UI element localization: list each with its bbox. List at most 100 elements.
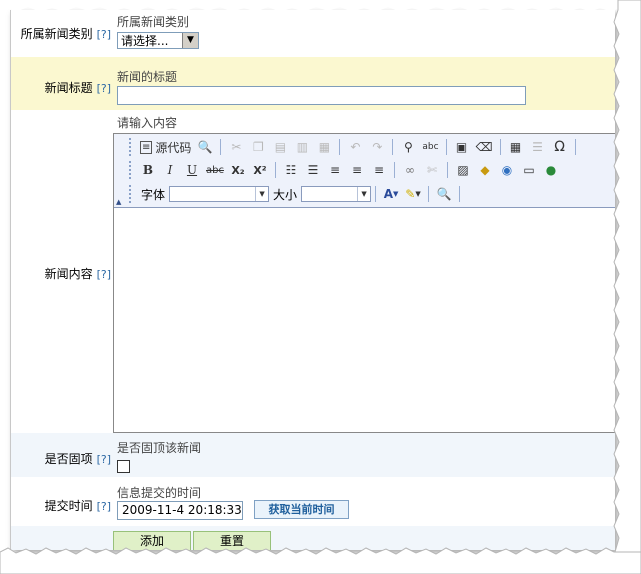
submit-time-label-text: 提交时间 bbox=[44, 499, 93, 513]
paste-word-icon[interactable]: ▦ bbox=[314, 137, 334, 157]
paste-text-icon[interactable]: ▥ bbox=[292, 137, 312, 157]
superscript-button[interactable]: X² bbox=[250, 160, 270, 180]
content-label: 新闻内容 [?] bbox=[11, 265, 113, 282]
toolbar-separator bbox=[339, 139, 341, 155]
toolbar-grip[interactable] bbox=[129, 161, 134, 179]
special-char-text: Ω bbox=[554, 139, 565, 155]
italic-button[interactable]: I bbox=[160, 160, 180, 180]
pin-top-help-link[interactable]: [?] bbox=[97, 453, 111, 466]
content-label-text: 新闻内容 bbox=[44, 267, 93, 281]
content-help-link[interactable]: [?] bbox=[97, 268, 111, 281]
toolbar-separator bbox=[220, 139, 222, 155]
table-icon[interactable]: ▦ bbox=[506, 137, 526, 157]
unordered-list-icon[interactable]: ☰ bbox=[303, 160, 323, 180]
pin-top-hint: 是否固顶该新闻 bbox=[117, 441, 202, 455]
align-center-icon[interactable]: ≡ bbox=[347, 160, 367, 180]
special-char-icon[interactable]: Ω bbox=[550, 137, 570, 157]
horizontal-rule-icon[interactable]: ☰ bbox=[528, 137, 548, 157]
media-icon[interactable]: ◉ bbox=[497, 160, 517, 180]
title-help-link[interactable]: [?] bbox=[97, 82, 111, 95]
ordered-list-icon[interactable]: ☷ bbox=[281, 160, 301, 180]
toolbar-separator bbox=[499, 139, 501, 155]
link-icon[interactable]: ∞ bbox=[400, 160, 420, 180]
image-icon[interactable]: ▨ bbox=[453, 160, 473, 180]
bold-button[interactable]: B bbox=[138, 160, 158, 180]
news-form: 所属新闻类别 [?] 所属新闻类别 请选择... ▼ 新闻标题 [?] 新闻的标题 … bbox=[10, 10, 615, 550]
toolbar-separator bbox=[428, 186, 430, 202]
replace-icon[interactable]: abc bbox=[420, 137, 440, 157]
category-label: 所属新闻类别 [?] bbox=[11, 25, 113, 42]
toolbar-separator bbox=[274, 162, 276, 178]
toolbar-separator bbox=[392, 139, 394, 155]
find-preview-icon[interactable]: 🔍 bbox=[434, 184, 454, 204]
redo-icon[interactable]: ↷ bbox=[367, 137, 387, 157]
rich-text-editor: ≡ 源代码 🔍 ✂ ❐ ▤ ▥ ▦ ↶ ↷ ⚲ abc ▣ ⌫ ▦ ☰ Ω B … bbox=[113, 133, 615, 433]
font-label: 字体 bbox=[141, 187, 166, 202]
chevron-down-icon[interactable]: ▼ bbox=[357, 187, 370, 201]
flash-icon[interactable]: ◆ bbox=[475, 160, 495, 180]
content-row: 新闻内容 [?] 请输入内容 ≡ 源代码 🔍 ✂ ❐ ▤ ▥ ▦ ↶ ↷ ⚲ a… bbox=[11, 110, 615, 434]
torn-edge-right bbox=[613, 0, 641, 553]
pin-top-checkbox[interactable] bbox=[117, 460, 130, 473]
subscript-button[interactable]: X₂ bbox=[228, 160, 248, 180]
toolbar-separator bbox=[574, 139, 576, 155]
toolbar-separator bbox=[375, 186, 377, 202]
category-help-link[interactable]: [?] bbox=[97, 28, 111, 41]
toolbar-separator bbox=[446, 162, 448, 178]
category-select[interactable]: 请选择... ▼ bbox=[117, 32, 199, 49]
unlink-icon[interactable]: ✄ bbox=[422, 160, 442, 180]
font-combo[interactable]: ▼ bbox=[169, 186, 270, 202]
iframe-icon[interactable]: ▭ bbox=[519, 160, 539, 180]
select-all-icon[interactable]: ▣ bbox=[452, 137, 472, 157]
editor-content-area[interactable] bbox=[114, 208, 615, 432]
title-hint: 新闻的标题 bbox=[117, 70, 178, 84]
source-button[interactable]: ≡ 源代码 bbox=[138, 137, 193, 157]
align-left-icon[interactable]: ≡ bbox=[325, 160, 345, 180]
chevron-down-icon[interactable]: ▼ bbox=[255, 187, 268, 201]
replace-icon-text: abc bbox=[422, 142, 439, 152]
toolbar-row-2: B I U abc X₂ X² ☷ ☰ ≡ ≡ ≡ ∞ ✄ ▨ ◆ ◉ ▭ ● bbox=[126, 159, 562, 181]
toolbar-separator bbox=[393, 162, 395, 178]
font-color-text: A bbox=[383, 187, 393, 201]
chevron-down-icon: ▼ bbox=[392, 190, 399, 198]
category-select-value: 请选择... bbox=[121, 34, 169, 48]
strikethrough-button[interactable]: abc bbox=[204, 160, 226, 180]
pin-top-row: 是否固项 [?] 是否固顶该新闻 bbox=[11, 433, 615, 478]
toolbar-collapse-icon[interactable]: ▲ bbox=[116, 198, 121, 206]
highlight-icon[interactable]: ✎ ▼ bbox=[403, 184, 423, 204]
chevron-down-icon[interactable]: ▼ bbox=[182, 33, 198, 48]
eraser-icon[interactable]: ⌫ bbox=[474, 137, 495, 157]
underline-button[interactable]: U bbox=[182, 160, 202, 180]
toolbar-row-3: 字体 ▼ 大小 ▼ A ▼ ✎ ▼ 🔍 bbox=[126, 183, 464, 205]
size-label: 大小 bbox=[273, 187, 298, 202]
toolbar-grip[interactable] bbox=[129, 138, 134, 156]
submit-time-input[interactable]: 2009-11-4 20:18:33 bbox=[117, 501, 243, 520]
content-hint: 请输入内容 bbox=[117, 116, 178, 130]
paste-icon[interactable]: ▤ bbox=[270, 137, 290, 157]
category-label-text: 所属新闻类别 bbox=[20, 27, 93, 41]
toolbar-row-1: ≡ 源代码 🔍 ✂ ❐ ▤ ▥ ▦ ↶ ↷ ⚲ abc ▣ ⌫ ▦ ☰ Ω bbox=[126, 136, 580, 158]
toolbar-grip[interactable] bbox=[129, 185, 134, 203]
source-icon: ≡ bbox=[140, 140, 153, 154]
submit-time-hint: 信息提交的时间 bbox=[117, 486, 202, 500]
title-input[interactable] bbox=[117, 86, 526, 105]
submit-time-row: 提交时间 [?] 信息提交的时间 2009-11-4 20:18:33 获取当前时… bbox=[11, 477, 615, 527]
chevron-down-icon: ▼ bbox=[415, 190, 421, 198]
align-right-icon[interactable]: ≡ bbox=[369, 160, 389, 180]
find-icon[interactable]: ⚲ bbox=[398, 137, 418, 157]
font-color-icon[interactable]: A ▼ bbox=[381, 184, 401, 204]
category-hint: 所属新闻类别 bbox=[117, 15, 190, 29]
title-row: 新闻标题 [?] 新闻的标题 bbox=[11, 57, 615, 111]
globe-icon[interactable]: ● bbox=[541, 160, 561, 180]
pin-top-label: 是否固项 [?] bbox=[11, 450, 113, 467]
cut-icon[interactable]: ✂ bbox=[226, 137, 246, 157]
source-label: 源代码 bbox=[155, 140, 192, 155]
undo-icon[interactable]: ↶ bbox=[345, 137, 365, 157]
preview-icon[interactable]: 🔍 bbox=[195, 137, 215, 157]
toolbar-separator bbox=[445, 139, 447, 155]
size-combo[interactable]: ▼ bbox=[301, 186, 372, 202]
torn-edge-bottom bbox=[0, 547, 641, 574]
submit-time-help-link[interactable]: [?] bbox=[97, 500, 111, 513]
get-current-time-button[interactable]: 获取当前时间 bbox=[254, 500, 349, 519]
copy-icon[interactable]: ❐ bbox=[248, 137, 268, 157]
